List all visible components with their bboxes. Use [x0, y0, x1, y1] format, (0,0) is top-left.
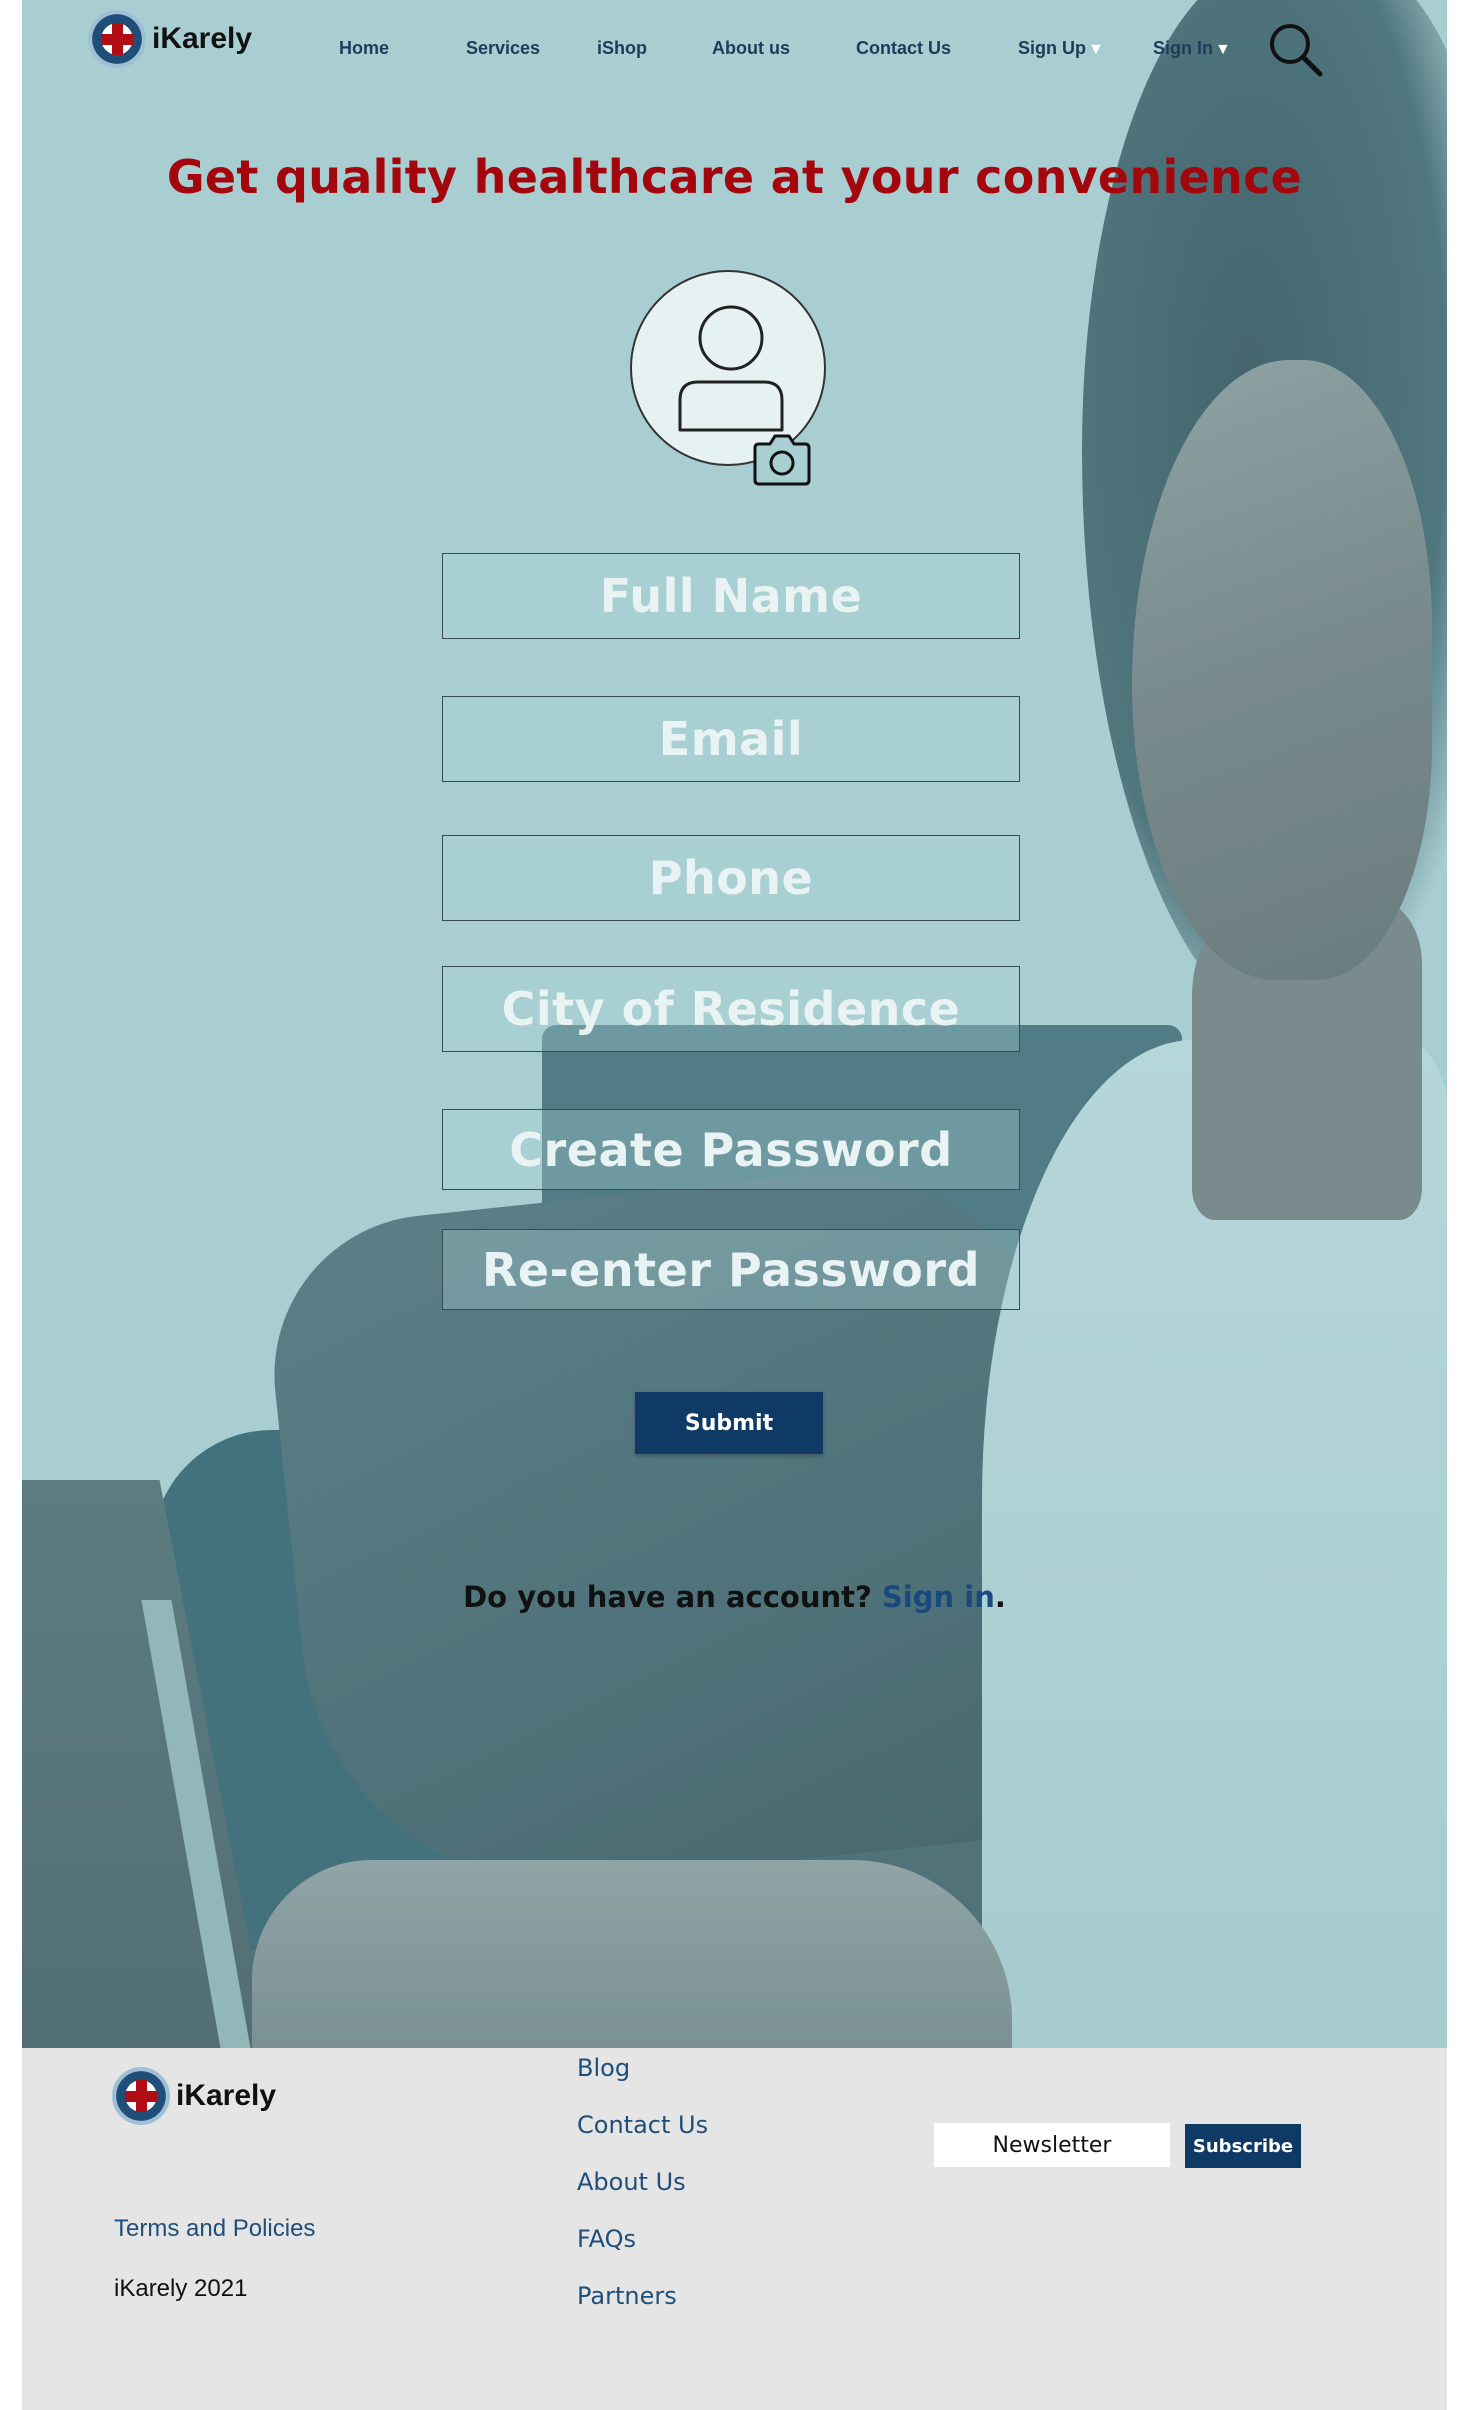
- newsletter-input[interactable]: [934, 2123, 1170, 2167]
- footer-brand-name: iKarely: [176, 2079, 277, 2112]
- logo-mark-icon: [112, 2067, 170, 2125]
- email-field[interactable]: Email: [442, 696, 1020, 782]
- hero-section: iKarely Home Services iShop About us Con…: [22, 0, 1447, 2048]
- re-enter-password-field[interactable]: Re-enter Password: [442, 1229, 1020, 1310]
- copyright-text: iKarely 2021: [114, 2275, 248, 2302]
- nav-sign-in-label: Sign In: [1153, 38, 1213, 58]
- chevron-down-icon: ▼: [1088, 41, 1104, 58]
- full-name-field[interactable]: Full Name: [442, 553, 1020, 639]
- city-of-residence-field[interactable]: City of Residence: [442, 966, 1020, 1052]
- create-password-field[interactable]: Create Password: [442, 1109, 1020, 1190]
- nav-sign-up-label: Sign Up: [1018, 38, 1086, 58]
- footer-logo[interactable]: iKarely: [112, 2067, 276, 2125]
- camera-icon[interactable]: [750, 432, 814, 488]
- footer-link-contact-us[interactable]: Contact Us: [577, 2111, 708, 2139]
- nav-contact-us[interactable]: Contact Us: [856, 38, 951, 59]
- footer-link-about-us[interactable]: About Us: [577, 2168, 686, 2196]
- footer-link-blog[interactable]: Blog: [577, 2054, 630, 2082]
- nav-links: Home Services iShop About us Contact Us …: [22, 38, 1447, 66]
- chevron-down-icon: ▼: [1215, 41, 1231, 58]
- page: iKarely Home Services iShop About us Con…: [22, 0, 1447, 2410]
- subscribe-button[interactable]: Subscribe: [1185, 2124, 1301, 2168]
- search-icon[interactable]: [1268, 22, 1324, 78]
- nav-services[interactable]: Services: [466, 38, 540, 59]
- page-title: Get quality healthcare at your convenien…: [166, 150, 1303, 204]
- sign-in-link[interactable]: Sign in: [882, 1580, 995, 1614]
- footer-link-faqs[interactable]: FAQs: [577, 2225, 636, 2253]
- account-prompt-text: Do you have an account?: [463, 1580, 882, 1614]
- prompt-period: .: [994, 1580, 1006, 1614]
- nav-sign-up[interactable]: Sign Up ▼: [1018, 38, 1104, 59]
- submit-button[interactable]: Submit: [635, 1392, 823, 1454]
- footer-link-partners[interactable]: Partners: [577, 2282, 677, 2310]
- nav-sign-in[interactable]: Sign In ▼: [1153, 38, 1231, 59]
- sign-in-prompt: Do you have an account? Sign in.: [22, 1580, 1447, 1614]
- nav-home[interactable]: Home: [339, 38, 389, 59]
- nav-about-us[interactable]: About us: [712, 38, 790, 59]
- terms-and-policies-link[interactable]: Terms and Policies: [114, 2215, 315, 2243]
- top-nav: iKarely Home Services iShop About us Con…: [22, 0, 1447, 100]
- phone-field[interactable]: Phone: [442, 835, 1020, 921]
- nav-ishop[interactable]: iShop: [597, 38, 647, 59]
